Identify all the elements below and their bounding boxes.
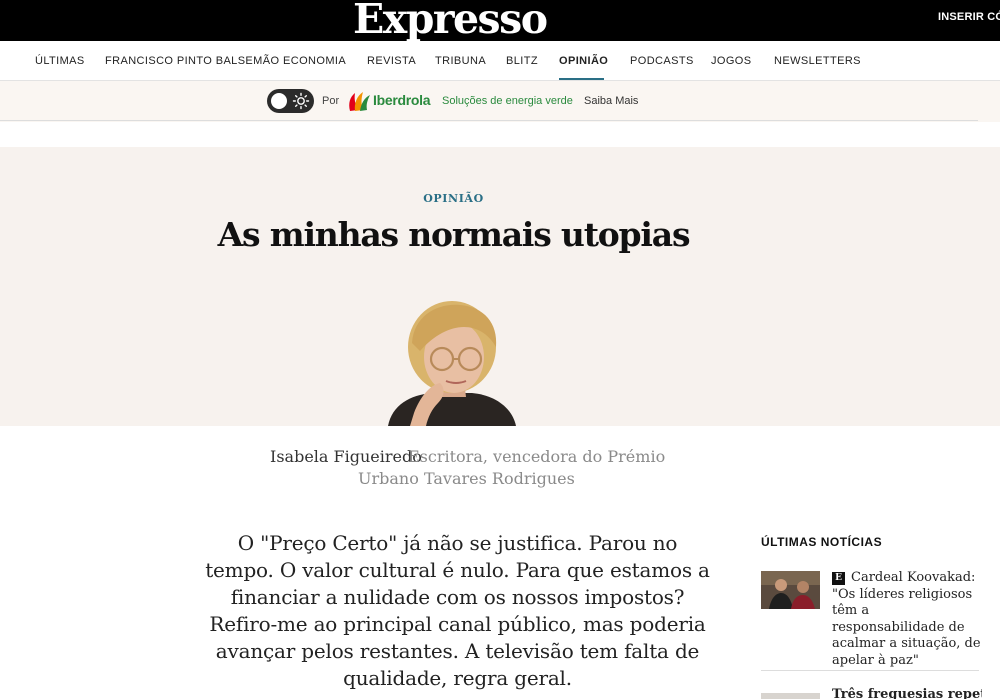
nav-item-francisco-pinto-balsemao[interactable]: FRANCISCO PINTO BALSEMÃO — [105, 55, 279, 67]
nav-active-indicator — [559, 78, 604, 80]
author-name[interactable]: Isabela Figueiredo — [270, 447, 422, 466]
nav-item-jogos[interactable]: JOGOS — [711, 55, 752, 67]
sponsor-tagline: Soluções de energia verde — [442, 95, 573, 107]
nav-item-newsletters[interactable]: NEWSLETTERS — [774, 55, 861, 67]
latest-news-item[interactable]: Três freguesias repetem — [761, 687, 982, 699]
nav-item-blitz[interactable]: BLITZ — [506, 55, 538, 67]
site-logo[interactable]: Expresso — [353, 0, 557, 41]
theme-toggle[interactable] — [267, 89, 314, 113]
author-portrait — [388, 301, 516, 426]
author-role: Escritora, vencedora do Prémio — [408, 447, 666, 466]
nav-item-ultimas[interactable]: ÚLTIMAS — [35, 55, 85, 67]
nav-item-podcasts[interactable]: PODCASTS — [630, 55, 694, 67]
nav-item-opiniao[interactable]: OPINIÃO — [559, 55, 608, 67]
login-link[interactable]: INSERIR CÓDIGO — [938, 11, 1000, 23]
article-body: O "Preço Certo" já não se justifica. Par… — [205, 531, 710, 690]
article-hero: OPINIÃO As minhas normais utopias — [0, 147, 1000, 426]
latest-news-headline[interactable]: Cardeal Koovakad: "Os líderes religiosos… — [832, 570, 982, 669]
main-nav: ÚLTIMAS FRANCISCO PINTO BALSEMÃO ECONOMI… — [0, 41, 1000, 81]
article-title: As minhas normais utopias — [217, 215, 691, 254]
latest-news-headline[interactable]: Três freguesias repetem — [832, 687, 982, 699]
sponsor-cta-link[interactable]: Saiba Mais — [584, 95, 638, 107]
news-thumbnail — [761, 571, 820, 609]
author-role-continued: Urbano Tavares Rodrigues — [358, 469, 575, 488]
divider — [0, 120, 978, 121]
news-thumbnail — [761, 693, 820, 699]
toggle-knob — [271, 93, 287, 109]
latest-news-heading: ÚLTIMAS NOTÍCIAS — [761, 535, 883, 549]
top-bar: Expresso INSERIR CÓDIGO — [0, 0, 1000, 41]
iberdrola-logo-icon[interactable] — [346, 89, 372, 113]
sponsor-brand[interactable]: Iberdrola — [373, 92, 431, 108]
latest-news-item[interactable]: E Cardeal Koovakad: "Os líderes religios… — [761, 570, 982, 671]
sponsor-strip: Por Iberdrola Soluções de energia verde … — [0, 81, 1000, 122]
nav-item-revista[interactable]: REVISTA — [367, 55, 416, 67]
sun-icon — [292, 92, 310, 110]
article-section-label[interactable]: OPINIÃO — [0, 192, 907, 205]
sponsor-prefix: Por — [322, 95, 340, 107]
nav-item-economia[interactable]: ECONOMIA — [283, 55, 346, 67]
nav-item-tribuna[interactable]: TRIBUNA — [435, 55, 486, 67]
